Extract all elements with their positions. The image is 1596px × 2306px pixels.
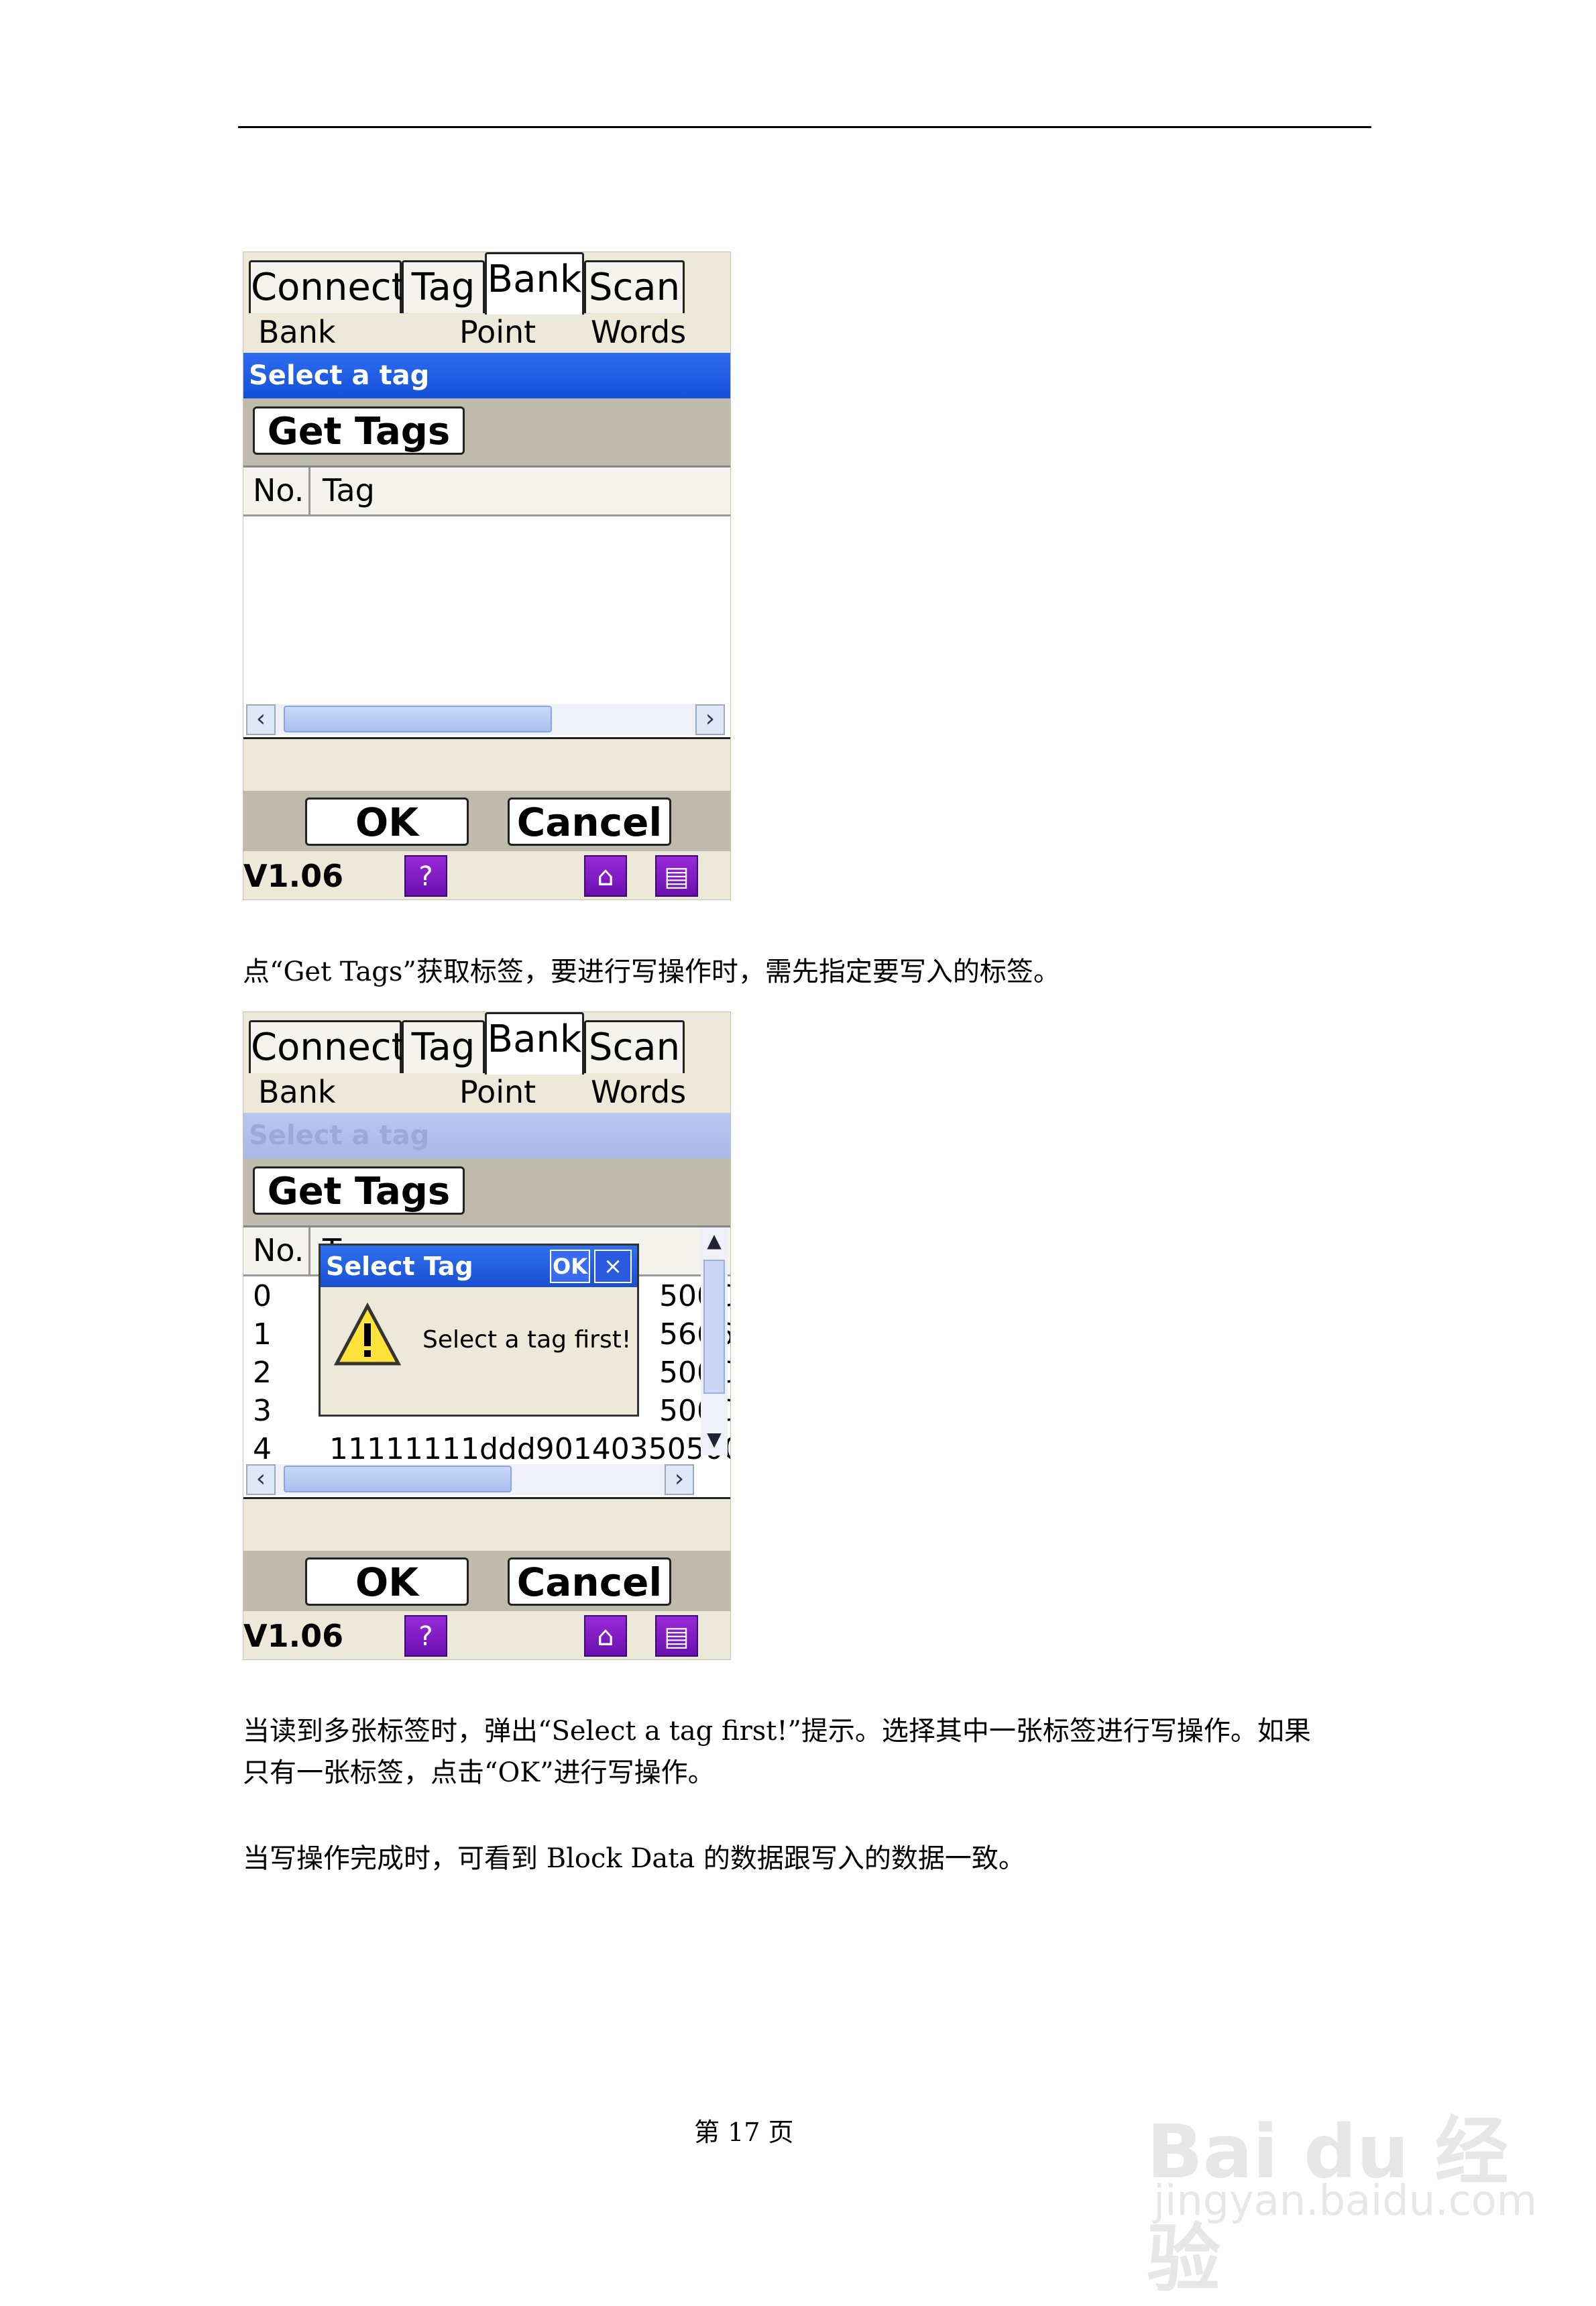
- select-tag-bar: Select a tag: [243, 1113, 730, 1158]
- dialog-message: Select a tag first!: [422, 1326, 632, 1354]
- scroll-up-icon[interactable]: ▲: [701, 1227, 728, 1254]
- tab-connect[interactable]: Connect: [249, 260, 406, 313]
- sub-bank: Bank: [258, 1074, 336, 1110]
- cancel-button[interactable]: Cancel: [508, 798, 671, 846]
- sub-bank: Bank: [258, 314, 336, 350]
- list-header: No. Tag: [243, 468, 730, 516]
- paragraph-2-line-2: 只有一张标签，点击“OK”进行写操作。: [243, 1757, 715, 1788]
- get-tags-button[interactable]: Get Tags: [253, 406, 465, 455]
- sub-header: Bank Point Words: [243, 1073, 730, 1113]
- scroll-left-icon[interactable]: ‹: [246, 704, 276, 735]
- scroll-right-icon[interactable]: ›: [695, 704, 725, 735]
- close-icon[interactable]: ×: [594, 1250, 632, 1283]
- scroll-right-icon[interactable]: ›: [665, 1464, 694, 1495]
- ok-button[interactable]: OK: [305, 798, 469, 846]
- action-row: OK Cancel: [243, 791, 730, 851]
- select-tag-bar: Select a tag: [243, 353, 730, 398]
- get-tags-row: Get Tags: [243, 1158, 730, 1225]
- keyboard-icon[interactable]: ▤: [655, 855, 698, 897]
- home-icon[interactable]: ⌂: [584, 855, 627, 897]
- version-label: V1.06: [243, 1618, 344, 1654]
- action-row: OK Cancel: [243, 1551, 730, 1611]
- sub-point: Point: [459, 1074, 536, 1110]
- header-no: No.: [243, 468, 310, 514]
- row-tag[interactable]: 11111111ddd90140350500C: [329, 1431, 730, 1468]
- tab-tag[interactable]: Tag: [402, 1020, 485, 1073]
- scroll-left-icon[interactable]: ‹: [246, 1464, 276, 1495]
- paragraph-2-line-1: 当读到多张标签时，弹出“Select a tag first!”提示。选择其中一…: [243, 1716, 1311, 1747]
- paragraph-3: 当写操作完成时，可看到 Block Data 的数据跟写入的数据一致。: [243, 1843, 1025, 1874]
- row-no[interactable]: 3: [253, 1392, 272, 1430]
- row-no[interactable]: 2: [253, 1354, 272, 1392]
- header-tag: Tag: [323, 472, 375, 508]
- version-label: V1.06: [243, 858, 344, 894]
- tab-bank[interactable]: Bank: [485, 252, 584, 315]
- row-no[interactable]: 4: [253, 1431, 272, 1468]
- horizontal-scrollbar[interactable]: ‹ ›: [246, 704, 725, 735]
- tab-bank[interactable]: Bank: [485, 1012, 584, 1075]
- sub-words: Words: [591, 314, 687, 350]
- horizontal-scrollbar[interactable]: ‹ ›: [246, 1464, 694, 1495]
- header-no: No.: [243, 1227, 310, 1274]
- scroll-thumb[interactable]: [284, 1466, 512, 1492]
- get-tags-button[interactable]: Get Tags: [253, 1166, 465, 1215]
- help-icon[interactable]: ?: [404, 1615, 447, 1657]
- baidu-watermark: Bai du 经验 jingyan.baidu.com: [1140, 2044, 1537, 2302]
- scroll-down-icon[interactable]: ▼: [701, 1426, 728, 1453]
- footer-bar: V1.06 ? ⌂ ▤: [243, 851, 730, 899]
- scroll-thumb[interactable]: [703, 1260, 725, 1394]
- sub-point: Point: [459, 314, 536, 350]
- get-tags-row: Get Tags: [243, 398, 730, 465]
- header-rule: [238, 126, 1371, 128]
- keyboard-icon[interactable]: ▤: [655, 1615, 698, 1657]
- sub-words: Words: [591, 1074, 687, 1110]
- watermark-url: jingyan.baidu.com: [1153, 2176, 1538, 2225]
- home-icon[interactable]: ⌂: [584, 1615, 627, 1657]
- tab-scan[interactable]: Scan: [584, 260, 685, 313]
- tab-bar: Connect Tag Bank Scan: [243, 1012, 730, 1075]
- dialog-ok-button[interactable]: OK: [550, 1250, 590, 1283]
- status-box: [243, 737, 730, 795]
- footer-bar: V1.06 ? ⌂ ▤: [243, 1611, 730, 1659]
- ok-button[interactable]: OK: [305, 1557, 469, 1606]
- paragraph-1: 点“Get Tags”获取标签，要进行写操作时，需先指定要写入的标签。: [243, 956, 1060, 987]
- select-tag-dialog: Select Tag OK × Select a tag first!: [319, 1244, 639, 1417]
- tab-scan[interactable]: Scan: [584, 1020, 685, 1073]
- status-box: [243, 1497, 730, 1555]
- page-number: 第 17 页: [694, 2118, 794, 2147]
- row-no[interactable]: 1: [253, 1316, 272, 1354]
- app-screenshot-1: Connect Tag Bank Scan Bank Point Words S…: [243, 252, 731, 900]
- row-no[interactable]: 0: [253, 1278, 272, 1315]
- tab-connect[interactable]: Connect: [249, 1020, 406, 1073]
- cancel-button[interactable]: Cancel: [508, 1557, 671, 1606]
- tab-tag[interactable]: Tag: [402, 260, 485, 313]
- warning-icon: [334, 1302, 401, 1366]
- vertical-scrollbar[interactable]: ▲ ▼: [701, 1227, 728, 1456]
- scroll-thumb[interactable]: [284, 706, 552, 732]
- help-icon[interactable]: ?: [404, 855, 447, 897]
- sub-header: Bank Point Words: [243, 313, 730, 353]
- tab-bar: Connect Tag Bank Scan: [243, 252, 730, 315]
- tag-list[interactable]: No. Tag ‹ ›: [243, 465, 730, 739]
- app-screenshot-2: Connect Tag Bank Scan Bank Point Words S…: [243, 1011, 731, 1660]
